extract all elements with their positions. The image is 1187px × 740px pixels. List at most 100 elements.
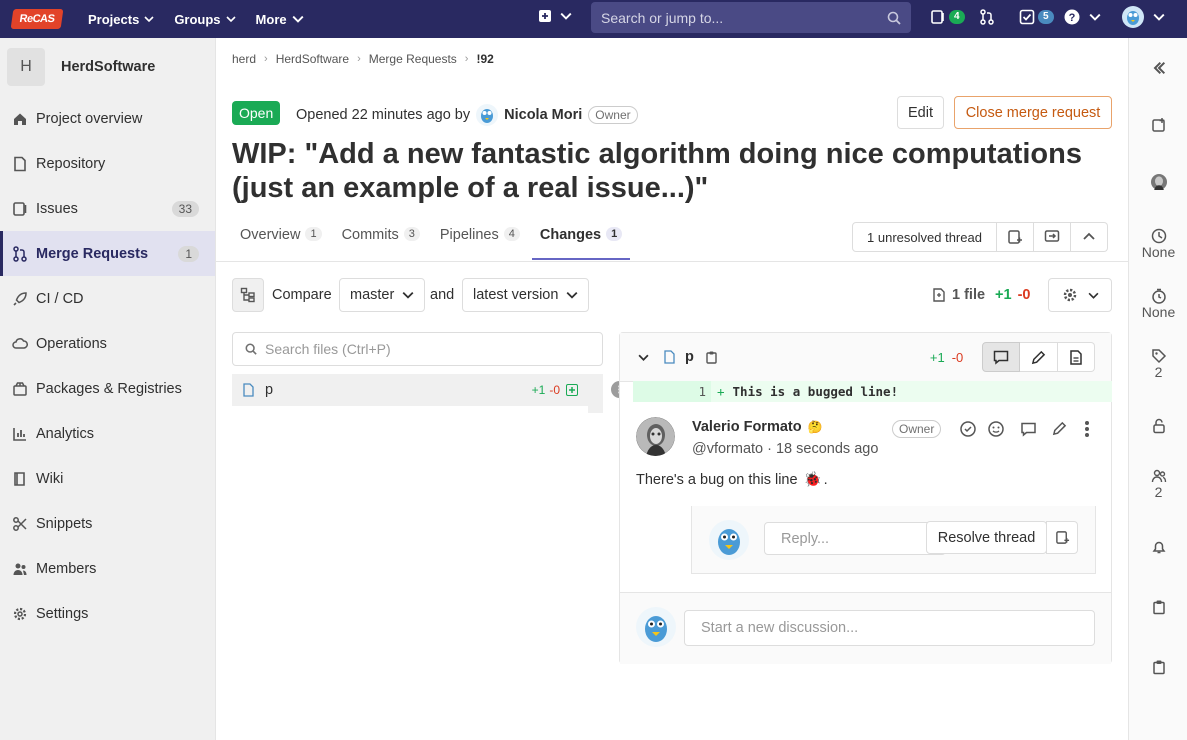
- diff-line-number[interactable]: 1: [633, 381, 711, 402]
- filetree-item[interactable]: p +1 -0: [232, 374, 588, 406]
- sidebar-item-project-overview[interactable]: Project overview: [0, 96, 215, 141]
- compare-source-select[interactable]: master: [339, 278, 426, 312]
- chevron-down-icon[interactable]: [638, 352, 649, 363]
- filetree-scrollbar[interactable]: [588, 374, 603, 413]
- tabs-divider: [216, 261, 1128, 262]
- note-timestamp[interactable]: · 18 seconds ago: [767, 441, 878, 457]
- issues-nav-button[interactable]: 4: [930, 9, 965, 25]
- more-actions-icon[interactable]: [1084, 420, 1090, 438]
- collapse-threads-button[interactable]: [1071, 222, 1108, 252]
- doc-text-icon: [1070, 349, 1082, 365]
- help-dropdown[interactable]: ?: [1064, 9, 1101, 25]
- sidebar-item-packages-registries[interactable]: Packages & Registries: [0, 366, 215, 411]
- todos-nav-button[interactable]: 5: [1019, 9, 1054, 25]
- nav-more[interactable]: More: [256, 12, 304, 27]
- tab-overview[interactable]: Overview 1: [232, 222, 330, 260]
- sidebar-item-snippets[interactable]: Snippets: [0, 501, 215, 546]
- create-issue-button[interactable]: [1046, 521, 1078, 554]
- sidebar-item-wiki[interactable]: Wiki: [0, 456, 215, 501]
- edit-file-button[interactable]: [1020, 342, 1058, 372]
- toggle-comments-button[interactable]: [982, 342, 1020, 372]
- sidebar-labels[interactable]: 2: [1129, 348, 1187, 380]
- resolve-check-icon[interactable]: [960, 421, 976, 437]
- add-reaction-icon[interactable]: [988, 421, 1004, 437]
- chevron-down-icon: [567, 291, 578, 299]
- breadcrumb-merge-requests[interactable]: Merge Requests: [369, 52, 457, 66]
- pencil-icon: [1031, 350, 1046, 364]
- nav-projects-label: Projects: [88, 11, 140, 27]
- new-discussion-area: Start a new discussion...: [620, 592, 1111, 664]
- note-author-name[interactable]: Valerio Formato: [692, 419, 802, 435]
- author-name[interactable]: Nicola Mori: [504, 107, 582, 123]
- collapse-sidebar-button[interactable]: [1129, 60, 1187, 76]
- search-input[interactable]: [601, 9, 871, 26]
- users-icon: [13, 563, 27, 575]
- diff-added-line[interactable]: 1 + This is a bugged line!: [633, 381, 1112, 402]
- sidebar-participants[interactable]: 2: [1129, 468, 1187, 500]
- diff-removed-count: -0: [1017, 287, 1031, 303]
- nav-groups[interactable]: Groups: [174, 12, 236, 27]
- pencil-icon[interactable]: [1052, 421, 1067, 436]
- sidebar-milestone[interactable]: None: [1129, 228, 1187, 260]
- file-search[interactable]: Search files (Ctrl+P): [232, 332, 603, 366]
- sidebar-assignee-avatar[interactable]: [1129, 174, 1187, 190]
- reply-comment-icon[interactable]: [1020, 421, 1037, 437]
- users-icon: [1151, 469, 1166, 483]
- issues-icon: [931, 10, 944, 24]
- note-body: There's a bug on this line 🐞 .: [636, 471, 828, 489]
- chevron-up-icon: [1083, 232, 1095, 240]
- sidebar-item-issues[interactable]: Issues 33: [0, 186, 215, 231]
- tab-commits[interactable]: Commits 3: [334, 222, 428, 260]
- project-header[interactable]: H HerdSoftware: [0, 38, 215, 95]
- merge-requests-nav-button[interactable]: [979, 9, 995, 25]
- sidebar-item-settings[interactable]: Settings: [0, 591, 215, 636]
- nav-projects[interactable]: Projects: [88, 12, 154, 27]
- copy-icon[interactable]: [705, 350, 719, 364]
- new-item-dropdown[interactable]: [538, 9, 572, 23]
- unresolved-thread-button[interactable]: 1 unresolved thread: [852, 222, 997, 252]
- sidebar-item-label: Members: [36, 560, 97, 577]
- sidebar-item-ci-cd[interactable]: CI / CD: [0, 276, 215, 321]
- new-discussion-input[interactable]: Start a new discussion...: [684, 610, 1095, 646]
- edit-button[interactable]: Edit: [897, 96, 944, 129]
- breadcrumb-mr-id[interactable]: !92: [476, 52, 493, 66]
- issues-count-badge: 33: [171, 200, 199, 217]
- copy-reference-button[interactable]: [1129, 599, 1187, 615]
- sidebar-item-analytics[interactable]: Analytics: [0, 411, 215, 456]
- author-avatar[interactable]: [476, 104, 499, 126]
- sidebar-time-tracking[interactable]: None: [1129, 288, 1187, 320]
- settings-icon: [1063, 288, 1076, 302]
- diff-file-name[interactable]: p: [685, 349, 694, 365]
- diff-settings-dropdown[interactable]: [1048, 278, 1112, 312]
- tab-changes[interactable]: Changes 1: [531, 222, 631, 260]
- sidebar-item-repository[interactable]: Repository: [0, 141, 215, 186]
- close-merge-request-button[interactable]: Close merge request: [954, 96, 1112, 129]
- next-thread-button[interactable]: [1034, 222, 1071, 252]
- resolve-thread-button[interactable]: Resolve thread: [926, 521, 1047, 554]
- sidebar-notifications[interactable]: [1129, 539, 1187, 555]
- chevron-down-icon: [1089, 13, 1101, 21]
- todo-add-button[interactable]: [1129, 117, 1187, 133]
- sidebar-item-label: Repository: [36, 155, 106, 172]
- breadcrumb-herdsoftware[interactable]: HerdSoftware: [276, 52, 349, 66]
- copy-source-branch-button[interactable]: [1129, 659, 1187, 675]
- sidebar-item-members[interactable]: Members: [0, 546, 215, 591]
- compare-and-label: and: [430, 287, 455, 303]
- reply-input[interactable]: Reply...: [764, 522, 946, 555]
- view-file-button[interactable]: [1058, 342, 1095, 372]
- note-author-handle[interactable]: @vformato: [692, 441, 763, 457]
- toggle-file-tree-button[interactable]: [232, 278, 264, 312]
- sidebar-item-operations[interactable]: Operations: [0, 321, 215, 366]
- sidebar-item-merge-requests[interactable]: Merge Requests 1: [0, 231, 215, 276]
- file-search-placeholder: Search files (Ctrl+P): [265, 341, 391, 357]
- search-box[interactable]: [591, 2, 911, 33]
- tab-pipelines[interactable]: Pipelines 4: [432, 222, 528, 260]
- compare-target-select[interactable]: latest version: [462, 278, 590, 312]
- diff-files-count: 1 file: [952, 287, 986, 303]
- sidebar-lock[interactable]: [1129, 418, 1187, 434]
- breadcrumb-herd[interactable]: herd: [232, 52, 256, 66]
- resolve-thread-issue-button[interactable]: [997, 222, 1034, 252]
- user-menu[interactable]: [1122, 6, 1165, 28]
- note-author-avatar[interactable]: [636, 417, 675, 456]
- logo[interactable]: ReCAS: [10, 9, 64, 29]
